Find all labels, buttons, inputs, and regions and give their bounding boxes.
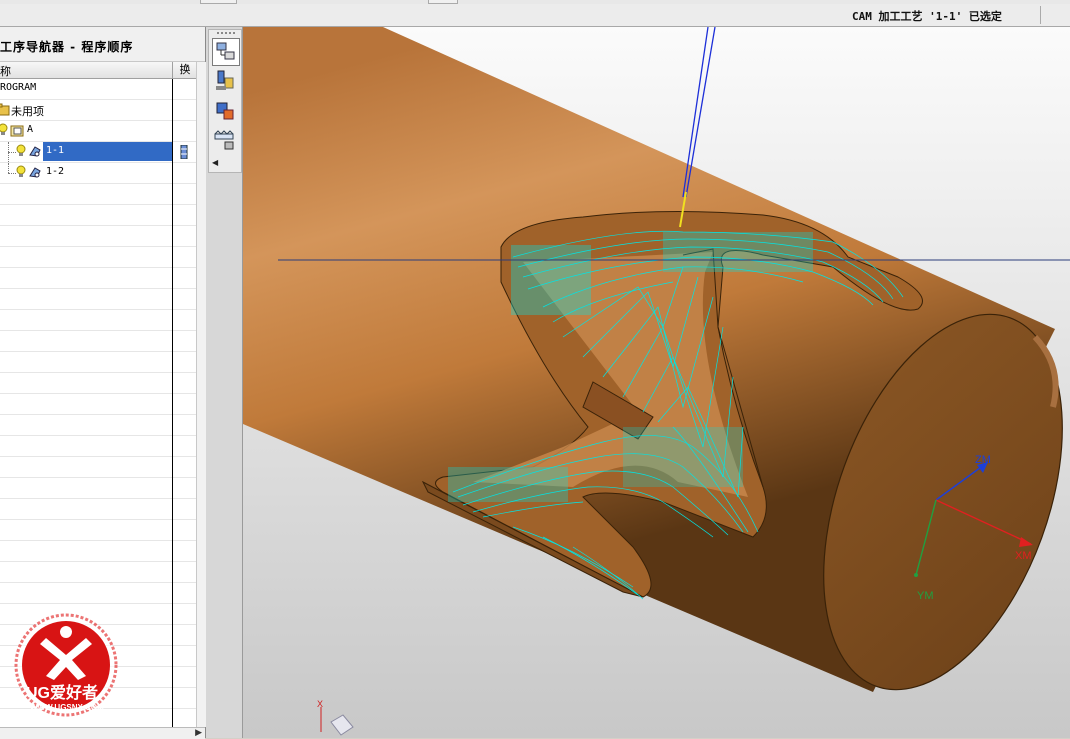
tree-row-program-a[interactable]: A (0, 121, 196, 142)
machine-tool-navigator-tab[interactable] (212, 68, 238, 94)
operation-navigator-icon (216, 42, 235, 60)
navigator-title-bar: 工序导航器 - 程序顺序 (0, 27, 205, 62)
tree-row-operation-1-2[interactable]: 1-2 (0, 163, 196, 184)
tree-item-label: 未用项 (11, 105, 44, 118)
status-separator (1040, 6, 1041, 24)
status-message: CAM 加工工艺 '1-1' 已选定 (852, 10, 1002, 23)
column-toolchange-header[interactable]: 换 (172, 62, 197, 78)
part-navigator-icon (216, 102, 234, 120)
machine-tool-navigator-icon (216, 70, 234, 90)
operation-icon (29, 146, 41, 157)
tree-row-empty (0, 184, 196, 205)
tree-row-empty (0, 289, 196, 310)
tree-row-empty (0, 331, 196, 352)
cad-scene[interactable]: ZM XM YM X (243, 27, 1070, 738)
reuse-library-tab[interactable] (212, 128, 238, 154)
toolpath-dense-area (663, 232, 813, 272)
tree-item-label: ROGRAM (0, 82, 37, 93)
tree-row-empty (0, 562, 196, 583)
resource-bar: ◀ (206, 27, 243, 738)
reuse-library-icon (214, 130, 234, 150)
tree-row-empty (0, 373, 196, 394)
status-bar: CAM 加工工艺 '1-1' 已选定 (0, 4, 1070, 27)
tree-row-empty (0, 205, 196, 226)
tool-change-icon (180, 145, 188, 159)
operation-icon (29, 167, 41, 178)
tree-row-empty (0, 520, 196, 541)
folder-icon (0, 103, 10, 116)
column-header: 称 换 (0, 62, 196, 79)
tree-item-label: 1-2 (46, 166, 65, 177)
axis-label-y: YM (917, 590, 934, 602)
toolpath-dense-area (511, 245, 591, 315)
toolpath-dense-area (623, 427, 743, 487)
tree-row-empty (0, 268, 196, 289)
resource-bar-tabs: ◀ (208, 29, 242, 173)
tree-row-empty (0, 541, 196, 562)
tree-row-empty (0, 415, 196, 436)
lightbulb-icon (16, 165, 26, 177)
tree-row-empty (0, 478, 196, 499)
collapse-arrow-icon[interactable]: ◀ (212, 158, 218, 167)
tree-row-program-root[interactable]: ROGRAM (0, 79, 196, 100)
tree-item-label: A (27, 124, 34, 135)
tree-row-empty (0, 352, 196, 373)
tree-row-operation-1-1[interactable]: 1-1 (0, 142, 196, 163)
small-axis-label: X (317, 699, 323, 709)
navigator-vertical-scrollbar[interactable] (196, 62, 206, 727)
watermark-brand: UG爱好者 (26, 683, 98, 702)
tree-row-unused[interactable]: 未用项 (0, 100, 196, 121)
ugsnx-watermark-logo: UG爱好者 WWW.UGSNX.COM (14, 613, 118, 717)
tree-row-empty (0, 394, 196, 415)
axis-label-x: XM (1015, 550, 1032, 562)
tree-row-empty (0, 457, 196, 478)
column-name-header[interactable]: 称 (0, 63, 11, 79)
graphics-viewport[interactable]: ZM XM YM X (243, 27, 1070, 738)
tree-row-empty (0, 436, 196, 457)
tree-row-empty (0, 226, 196, 247)
tree-row-empty (0, 583, 196, 604)
tree-row-empty (0, 499, 196, 520)
tree-row-empty (0, 310, 196, 331)
operation-navigator-tab[interactable] (212, 38, 240, 66)
watermark-url: WWW.UGSNX.COM (30, 703, 104, 712)
part-navigator-tab[interactable] (212, 98, 238, 124)
program-folder-icon (10, 125, 24, 137)
toolpath-dense-area (448, 467, 568, 502)
tree-row-empty (0, 247, 196, 268)
lightbulb-icon (16, 144, 26, 156)
column-divider (172, 79, 173, 739)
navigator-title: 工序导航器 - 程序顺序 (0, 40, 134, 54)
scroll-right-arrow-icon[interactable]: ▶ (195, 728, 202, 738)
navigator-horizontal-scrollbar[interactable]: ▶ (0, 727, 205, 739)
axis-label-z: ZM (975, 454, 991, 466)
lightbulb-icon (0, 123, 8, 135)
tree-item-label: 1-1 (46, 145, 65, 156)
tree-connector (8, 163, 10, 173)
